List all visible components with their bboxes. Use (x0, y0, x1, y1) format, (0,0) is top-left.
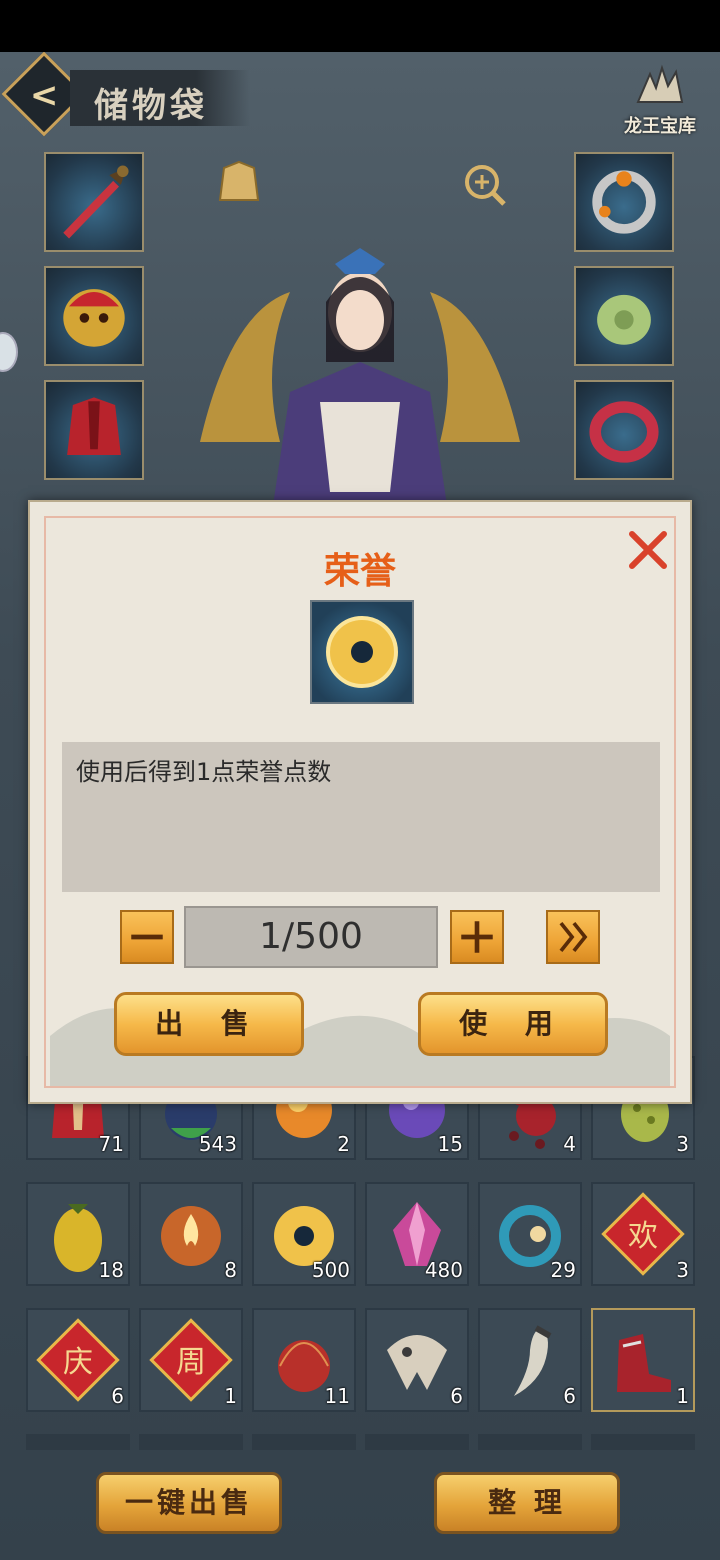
dialog-title: 荣誉 (323, 551, 396, 592)
golden-disc-icon (326, 616, 398, 688)
item-dialog: 荣誉 使用后得到1点荣誉点数 1/500 出 售 使 用 (28, 500, 692, 1104)
inventory-slot[interactable]: 29 (478, 1182, 582, 1286)
item-count: 4 (563, 1132, 576, 1156)
dragon-emblem-icon (636, 64, 684, 103)
jade-pendant-icon (597, 294, 651, 345)
plus-icon (461, 921, 493, 953)
inventory-slot[interactable]: 6 (478, 1308, 582, 1412)
equip-slot-bracelet[interactable] (574, 380, 674, 480)
use-button[interactable]: 使 用 (418, 992, 608, 1056)
card-char: 周 (176, 1345, 206, 1380)
equip-slot-ring[interactable] (574, 152, 674, 252)
item-count: 543 (198, 1132, 237, 1156)
inventory-slot[interactable]: 庆6 (26, 1308, 130, 1412)
item-count: 11 (324, 1384, 350, 1408)
item-count: 71 (98, 1132, 124, 1156)
double-chevron-right-icon (559, 921, 588, 953)
item-count: 6 (563, 1384, 576, 1408)
lion-helmet-icon (63, 289, 125, 347)
dragon-king-treasury-button[interactable]: 龙王宝库 (610, 62, 710, 142)
inventory-slot[interactable]: 11 (252, 1308, 356, 1412)
item-count: 29 (550, 1258, 576, 1282)
item-count: 500 (311, 1258, 350, 1282)
item-count: 3 (676, 1258, 689, 1282)
item-count: 15 (437, 1132, 463, 1156)
item-description: 使用后得到1点荣誉点数 (62, 742, 660, 892)
close-icon[interactable] (626, 528, 670, 572)
item-count: 480 (424, 1258, 463, 1282)
sword-icon (63, 165, 129, 239)
item-count: 6 (450, 1384, 463, 1408)
item-count: 1 (676, 1384, 689, 1408)
inventory-slot[interactable]: 8 (139, 1182, 243, 1286)
inventory-slot[interactable]: 500 (252, 1182, 356, 1286)
empty-slot-strip (591, 1434, 695, 1450)
red-bracelet-icon (589, 401, 659, 463)
equip-slot-weapon[interactable] (44, 152, 144, 252)
inventory-slot[interactable]: 欢3 (591, 1182, 695, 1286)
dialog-item-frame (310, 600, 414, 704)
red-armor-icon (67, 397, 121, 455)
inventory-slot[interactable]: 6 (365, 1308, 469, 1412)
top-bar: < 储物袋 龙王宝库 (0, 52, 720, 142)
empty-slot-strip (478, 1434, 582, 1450)
card-char: 欢 (628, 1219, 658, 1254)
treasury-label: 龙王宝库 (624, 116, 696, 137)
empty-slot-strip (26, 1434, 130, 1450)
item-count: 8 (224, 1258, 237, 1282)
quantity-display[interactable]: 1/500 (184, 906, 438, 968)
inventory-slot[interactable]: 480 (365, 1182, 469, 1286)
max-button[interactable] (546, 910, 600, 964)
equip-slot-pendant[interactable] (574, 266, 674, 366)
inventory-slot[interactable]: 周1 (139, 1308, 243, 1412)
floating-side-button[interactable] (0, 332, 18, 372)
plus-button[interactable] (450, 910, 504, 964)
item-count: 6 (111, 1384, 124, 1408)
chevron-left-icon: < (29, 75, 59, 116)
empty-slot-strip (139, 1434, 243, 1450)
empty-slot-strip (365, 1434, 469, 1450)
minus-icon (131, 934, 163, 940)
card-char: 庆 (63, 1345, 93, 1380)
sort-button[interactable]: 整 理 (434, 1472, 620, 1534)
item-count: 18 (98, 1258, 124, 1282)
equip-slot-helmet[interactable] (44, 266, 144, 366)
equip-slot-armor[interactable] (44, 380, 144, 480)
ring-icon (592, 170, 656, 234)
sell-button[interactable]: 出 售 (114, 992, 304, 1056)
item-count: 3 (676, 1132, 689, 1156)
item-count: 2 (337, 1132, 350, 1156)
empty-slot-strip (252, 1434, 356, 1450)
item-count: 1 (224, 1384, 237, 1408)
inventory-slot[interactable]: 1 (591, 1308, 695, 1412)
sell-all-button[interactable]: 一键出售 (96, 1472, 282, 1534)
minus-button[interactable] (120, 910, 174, 964)
inventory-slot[interactable]: 18 (26, 1182, 130, 1286)
page-title: 储物袋 (94, 86, 208, 126)
